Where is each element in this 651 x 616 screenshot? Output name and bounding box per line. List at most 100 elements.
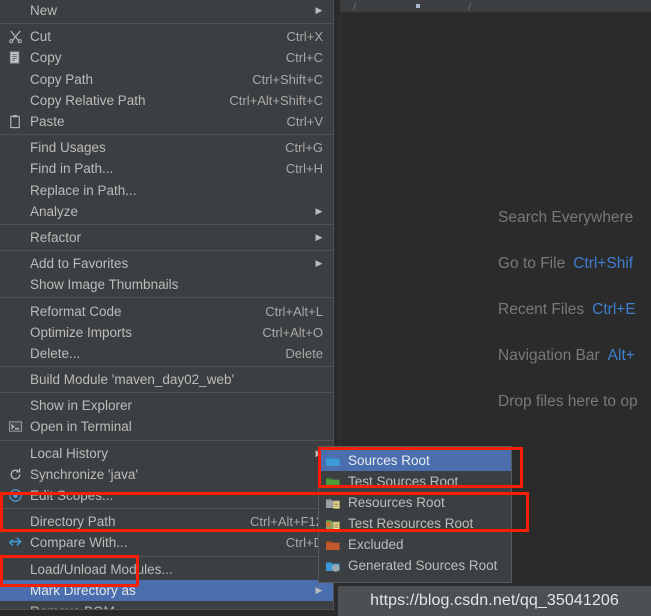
toolbar-tick-icon-2 — [467, 3, 472, 10]
menu-item-analyze[interactable]: Analyze ▶ — [0, 201, 333, 222]
submenu-item-generated-sources-root[interactable]: Generated Sources Root — [319, 555, 511, 576]
menu-item-icon-slot — [0, 201, 30, 222]
hint-label: Drop files here to op — [498, 393, 638, 410]
menu-separator — [0, 366, 333, 367]
menu-item-icon-slot — [0, 464, 30, 485]
hint-label: Recent Files — [498, 301, 585, 318]
menu-item-shortcut: Ctrl+V — [286, 114, 323, 130]
menu-item-paste[interactable]: Paste Ctrl+V — [0, 111, 333, 132]
menu-item-icon-slot — [0, 485, 30, 506]
submenu-item-resources-root[interactable]: Resources Root — [319, 492, 511, 513]
hint-row-navigation-bar: Navigation Bar Alt+ — [460, 333, 651, 379]
menu-item-delete[interactable]: Delete... Delete — [0, 343, 333, 364]
chevron-right-icon: ▶ — [315, 5, 323, 16]
menu-item-shortcut: Ctrl+G — [285, 140, 323, 156]
menu-item-label: Reformat Code — [30, 303, 122, 319]
submenu-item-label: Test Resources Root — [348, 516, 474, 531]
menu-item-icon-slot — [0, 47, 30, 68]
menu-separator — [0, 555, 333, 557]
menu-item-copy[interactable]: Copy Ctrl+C — [0, 47, 333, 68]
menu-item-shortcut: Ctrl+C — [285, 50, 323, 66]
menu-item-refactor[interactable]: Refactor ▶ — [0, 227, 333, 248]
menu-item-open-in-terminal[interactable]: Open in Terminal — [0, 416, 333, 437]
menu-item-show-image-thumbnails[interactable]: Show Image Thumbnails — [0, 274, 333, 295]
menu-item-icon-slot — [0, 137, 30, 158]
menu-item-find-usages[interactable]: Find Usages Ctrl+G — [0, 137, 333, 158]
menu-item-optimize-imports[interactable]: Optimize Imports Ctrl+Alt+O — [0, 322, 333, 343]
menu-item-icon-slot — [0, 601, 30, 609]
menu-separator — [0, 297, 333, 299]
menu-separator — [0, 250, 333, 252]
menu-item-icon-slot — [0, 322, 30, 343]
menu-item-show-in-explorer[interactable]: Show in Explorer — [0, 395, 333, 416]
menu-item-reformat-code[interactable]: Reformat Code Ctrl+Alt+L — [0, 300, 333, 321]
menu-item-cut[interactable]: Cut Ctrl+X — [0, 26, 333, 47]
menu-item-new[interactable]: New ▶ — [0, 0, 333, 21]
menu-separator — [0, 23, 333, 25]
menu-item-shortcut: Ctrl+Shift+C — [252, 71, 323, 87]
menu-item-icon-slot — [0, 511, 30, 532]
menu-item-remove-bom[interactable]: Remove BOM — [0, 601, 333, 609]
menu-item-icon-slot — [0, 300, 30, 321]
menu-item-label: Remove BOM — [30, 604, 333, 609]
menu-item-find-in-path[interactable]: Find in Path... Ctrl+H — [0, 158, 333, 179]
submenu-item-excluded[interactable]: Excluded — [319, 534, 511, 555]
ide-toolbar[interactable] — [340, 0, 651, 13]
folder-resources-icon — [325, 495, 341, 511]
menu-item-synchronize-java[interactable]: Synchronize 'java' — [0, 464, 333, 485]
submenu-item-test-sources-root[interactable]: Test Sources Root — [319, 471, 511, 492]
menu-item-local-history[interactable]: Local History▶ — [0, 443, 333, 464]
menu-item-compare-with[interactable]: Compare With... Ctrl+D — [0, 532, 333, 553]
menu-item-copy-relative-path[interactable]: Copy Relative Path Ctrl+Alt+Shift+C — [0, 90, 333, 111]
chevron-right-icon: ▶ — [315, 258, 323, 269]
menu-item-label: Find in Path... — [30, 161, 114, 177]
folder-test-resources-icon — [325, 516, 341, 532]
menu-item-label: Copy Path — [30, 71, 94, 87]
menu-item-icon-slot — [0, 227, 30, 248]
menu-item-copy-path[interactable]: Copy Path Ctrl+Shift+C — [0, 69, 333, 90]
menu-item-label: Load/Unload Modules... — [30, 561, 173, 577]
menu-item-label: Synchronize 'java' — [30, 466, 138, 482]
hint-label: Search Everywhere — [498, 209, 634, 226]
chevron-right-icon: ▶ — [315, 231, 323, 242]
menu-item-label: Copy — [30, 50, 62, 66]
compare-icon — [8, 535, 23, 550]
menu-item-build-module-maven-day02-web[interactable]: Build Module 'maven_day02_web' — [0, 369, 333, 390]
menu-item-label: Cut — [30, 29, 52, 45]
menu-item-icon-slot — [0, 369, 30, 390]
menu-item-shortcut: Ctrl+X — [286, 29, 323, 45]
menu-item-edit-scopes[interactable]: Edit Scopes... — [0, 485, 333, 506]
folder-orange-icon — [325, 537, 341, 553]
menu-item-label: Compare With... — [30, 535, 128, 551]
menu-item-label: Build Module 'maven_day02_web' — [30, 372, 235, 388]
submenu-item-sources-root[interactable]: Sources Root — [319, 450, 511, 471]
menu-item-mark-directory-as[interactable]: Mark Directory as ▶ — [0, 579, 333, 601]
menu-item-icon-slot — [0, 90, 30, 111]
menu-item-replace-in-path[interactable]: Replace in Path... — [0, 180, 333, 201]
scissors-icon — [8, 29, 23, 44]
menu-separator — [0, 439, 333, 441]
chevron-right-icon: ▶ — [315, 205, 323, 216]
menu-item-label: Replace in Path... — [30, 182, 137, 198]
menu-item-add-to-favorites[interactable]: Add to Favorites ▶ — [0, 253, 333, 274]
menu-item-label: Find Usages — [30, 140, 106, 156]
menu-item-icon-slot — [0, 180, 30, 201]
menu-item-label: Directory Path — [30, 514, 116, 530]
clipboard-icon — [8, 114, 23, 129]
menu-item-label: New — [30, 3, 58, 19]
hint-keys: Ctrl+Shif — [573, 255, 634, 272]
menu-item-icon-slot — [0, 343, 30, 364]
submenu-item-label: Test Sources Root — [348, 474, 459, 489]
menu-item-icon-slot — [0, 416, 30, 437]
menu-item-shortcut: Ctrl+Alt+Shift+C — [229, 92, 323, 108]
menu-item-directory-path[interactable]: Directory Path Ctrl+Alt+F12 — [0, 511, 333, 532]
menu-item-label: Refactor — [30, 229, 82, 245]
menu-item-load-unload-modules[interactable]: Load/Unload Modules... — [0, 559, 333, 580]
mark-directory-as-submenu[interactable]: Sources Root Test Sources Root Resources R… — [318, 446, 512, 583]
menu-item-label: Open in Terminal — [30, 419, 132, 435]
menu-item-icon-slot — [0, 158, 30, 179]
submenu-item-test-resources-root[interactable]: Test Resources Root — [319, 513, 511, 534]
hint-keys: Alt+ — [607, 347, 635, 364]
project-context-menu[interactable]: New ▶ Cut Ctrl+X Copy Ctrl+C Copy Path Ctrl+Shi… — [0, 0, 334, 610]
menu-item-shortcut: Delete — [285, 345, 323, 361]
